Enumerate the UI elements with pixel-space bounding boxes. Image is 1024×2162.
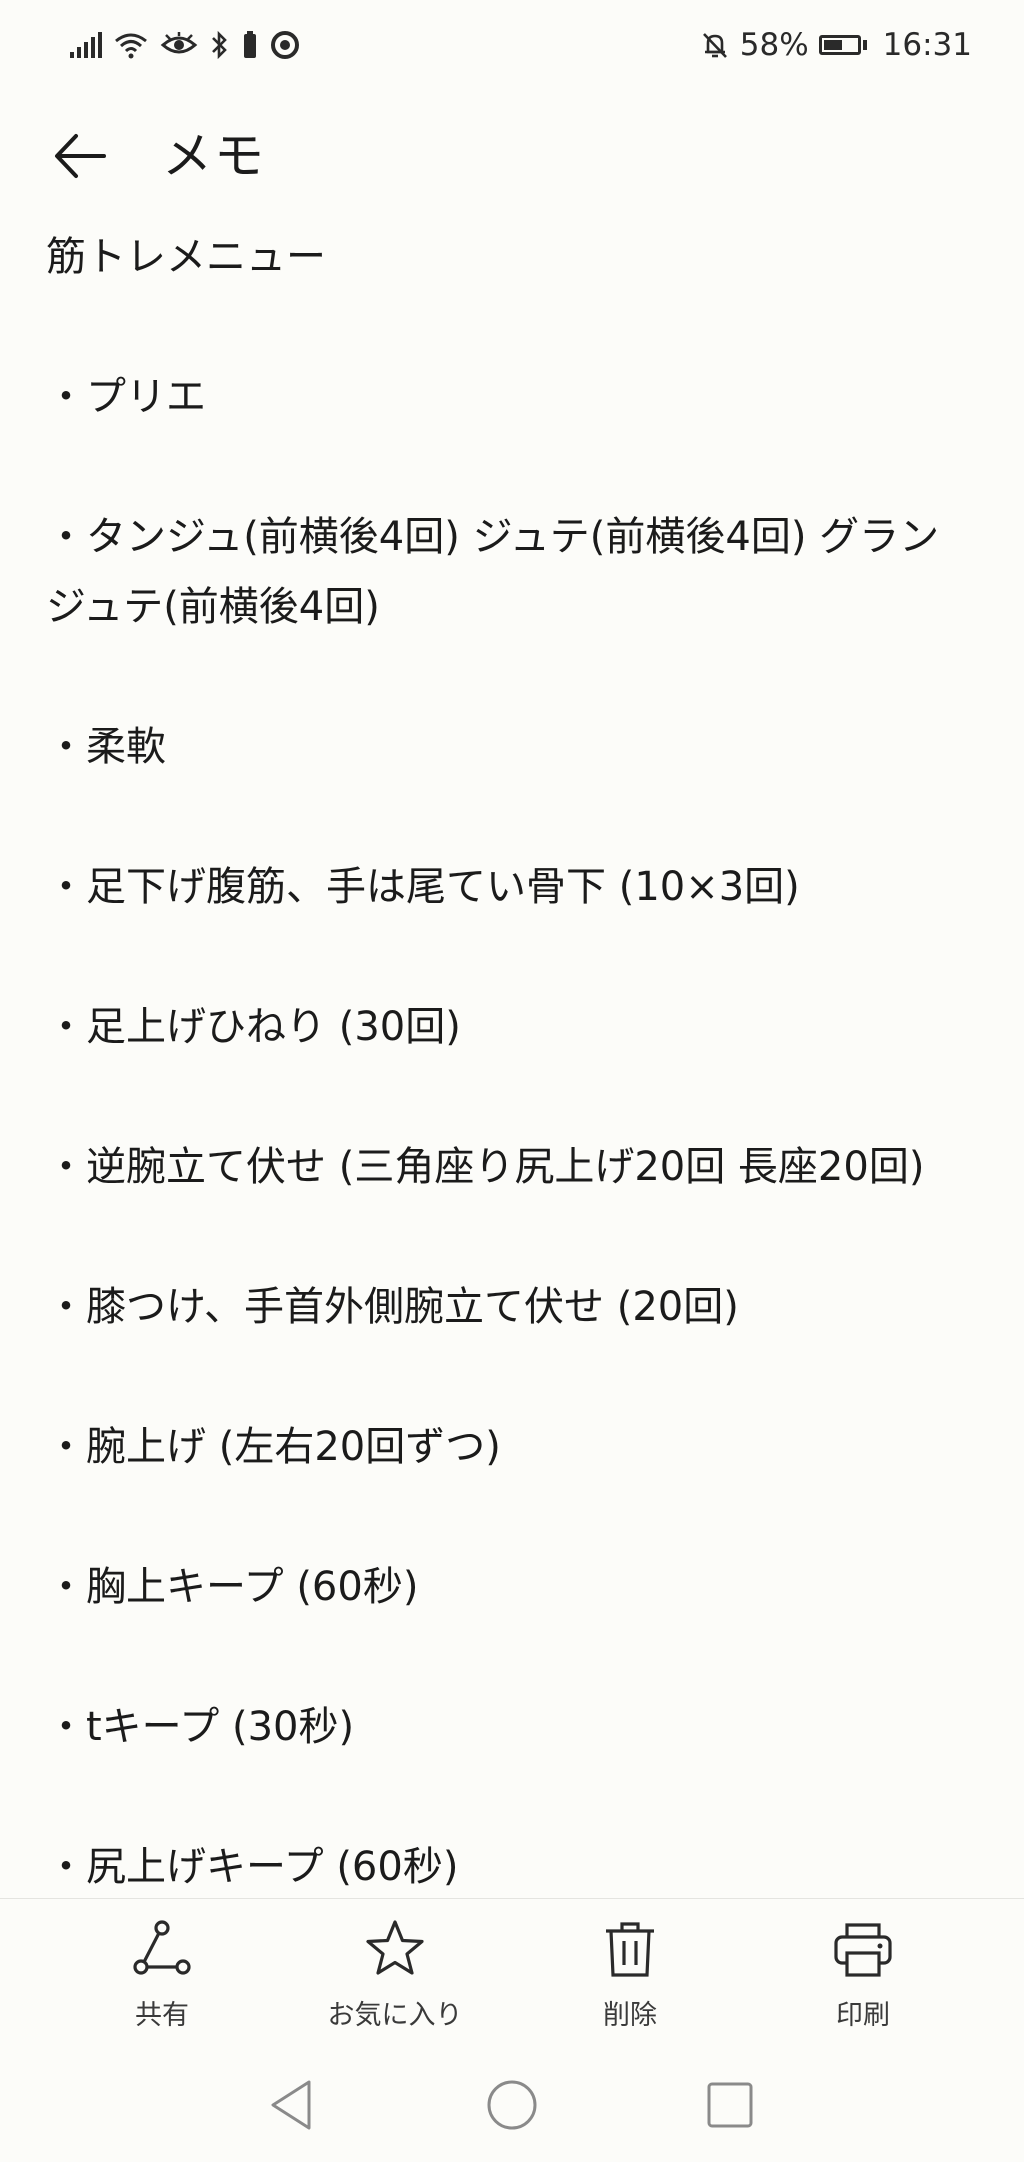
favorite-label: お気に入り bbox=[327, 2000, 463, 2031]
note-line: ・柔軟 bbox=[46, 724, 166, 770]
note-line: ・尻上げキープ (60秒) bbox=[46, 1844, 459, 1890]
note-blank-line bbox=[46, 1202, 992, 1272]
note-line: ・膝つけ、手首外側腕立て伏せ (20回) bbox=[46, 1284, 739, 1330]
nav-home-button[interactable] bbox=[477, 2070, 547, 2140]
note-line: ・プリエ bbox=[46, 374, 206, 420]
signal-icon bbox=[70, 32, 102, 58]
note-blank-line bbox=[46, 642, 992, 712]
note-blank-line bbox=[46, 1342, 992, 1412]
record-icon bbox=[270, 30, 300, 60]
note-line: ・逆腕立て伏せ (三角座り尻上げ20回 長座20回) bbox=[46, 1144, 925, 1190]
delete-button[interactable]: 削除 bbox=[530, 1917, 730, 2037]
printer-icon bbox=[834, 1923, 892, 1977]
system-nav-bar bbox=[0, 2048, 1024, 2162]
wifi-icon bbox=[114, 31, 148, 59]
nav-home-icon bbox=[487, 2080, 537, 2130]
note-line: ・足上げひねり (30回) bbox=[46, 1004, 461, 1050]
app-header: メモ bbox=[0, 110, 1024, 200]
note-blank-line bbox=[46, 292, 992, 362]
eye-icon bbox=[160, 31, 198, 59]
bottom-toolbar: 共有 お気に入り 削除 印刷 bbox=[0, 1898, 1024, 2049]
trash-icon bbox=[606, 1922, 654, 1977]
note-blank-line bbox=[46, 1762, 992, 1832]
note-line: ・胸上キープ (60秒) bbox=[46, 1564, 419, 1610]
note-line: ・tキープ (30秒) bbox=[46, 1704, 355, 1750]
star-icon bbox=[366, 1920, 424, 1975]
nav-recents-button[interactable] bbox=[695, 2070, 765, 2140]
silent-bell-icon bbox=[700, 30, 730, 60]
nav-back-button[interactable] bbox=[257, 2070, 327, 2140]
nav-back-icon bbox=[271, 2080, 311, 2130]
bluetooth-icon bbox=[210, 30, 230, 60]
status-bar: 58% 16:31 bbox=[0, 0, 1024, 90]
back-button[interactable] bbox=[48, 124, 112, 188]
status-right-icons: 58% 16:31 bbox=[700, 27, 972, 63]
favorite-button[interactable]: お気に入り bbox=[295, 1917, 495, 2037]
note-line: ・腕上げ (左右20回ずつ) bbox=[46, 1424, 501, 1470]
note-line: 筋トレメニュー bbox=[46, 234, 326, 280]
print-button[interactable]: 印刷 bbox=[763, 1917, 963, 2037]
battery-icon bbox=[818, 35, 867, 55]
battery-percent: 58% bbox=[739, 27, 809, 63]
delete-label: 削除 bbox=[603, 2000, 657, 2031]
note-blank-line bbox=[46, 1062, 992, 1132]
note-line: ・タンジュ(前横後4回) ジュテ(前横後4回) グラン bbox=[46, 514, 940, 560]
share-icon bbox=[133, 1920, 191, 1975]
note-line: ・足下げ腹筋、手は尾てい骨下 (10×3回) bbox=[46, 864, 800, 910]
nav-recents-icon bbox=[707, 2082, 753, 2128]
note-blank-line bbox=[46, 1482, 992, 1552]
note-body[interactable]: 筋トレメニュー ・プリエ・タンジュ(前横後4回) ジュテ(前横後4回) グラン ジュ… bbox=[46, 222, 992, 1894]
note-blank-line bbox=[46, 922, 992, 992]
page-title: メモ bbox=[162, 127, 266, 185]
clock: 16:31 bbox=[882, 27, 972, 63]
note-line: ジュテ(前横後4回) bbox=[46, 584, 380, 630]
share-button[interactable]: 共有 bbox=[62, 1917, 262, 2037]
status-left-icons bbox=[70, 30, 300, 60]
note-blank-line bbox=[46, 782, 992, 852]
arrow-left-icon bbox=[55, 134, 106, 178]
print-label: 印刷 bbox=[836, 2000, 890, 2031]
note-blank-line bbox=[46, 432, 992, 502]
note-blank-line bbox=[46, 1622, 992, 1692]
share-label: 共有 bbox=[135, 2000, 189, 2031]
battery-small-icon bbox=[242, 30, 258, 60]
